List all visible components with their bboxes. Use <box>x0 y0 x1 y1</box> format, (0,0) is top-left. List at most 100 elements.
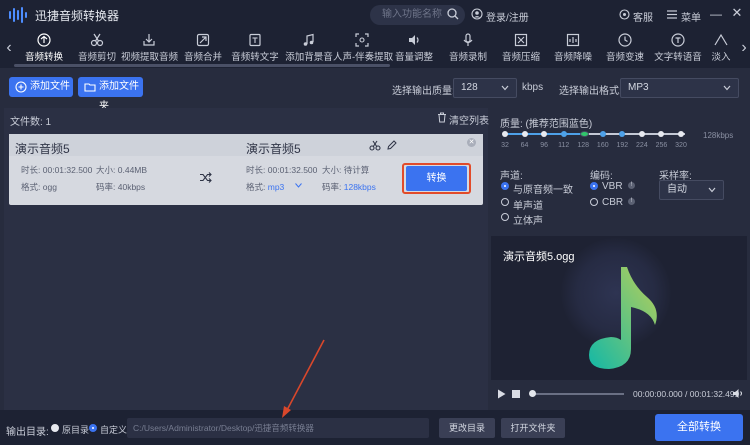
tool-label: 音频变速 <box>605 52 644 63</box>
quality-tick[interactable] <box>560 131 567 137</box>
output-format-select[interactable]: MP3 <box>620 78 739 98</box>
cbr-info-icon[interactable]: ! <box>628 198 635 205</box>
source-bitrate: 码率: 40kbps <box>96 181 145 193</box>
tool-fade[interactable]: 淡入 <box>703 32 739 62</box>
search-icon[interactable] <box>447 8 459 20</box>
channel-mono-label[interactable]: 单声道 <box>513 197 543 212</box>
tool-vocal-extract[interactable]: 人声-伴奏提取 <box>333 32 393 63</box>
quality-tick-label: 192 <box>616 142 629 149</box>
source-size: 大小: 0.44MB <box>96 164 147 176</box>
quality-tick-label: 64 <box>520 142 529 149</box>
menu-icon[interactable] <box>666 9 678 20</box>
open-folder-button[interactable]: 打开文件夹 <box>501 418 565 438</box>
quality-tick-label: 224 <box>636 142 648 149</box>
playback-progress-knob[interactable] <box>529 390 536 397</box>
custom-dir-label[interactable]: 自定义 <box>100 423 127 436</box>
channel-stereo-label[interactable]: 立体声 <box>513 212 543 227</box>
stop-icon[interactable] <box>512 390 520 398</box>
tool-audio-to-text[interactable]: 音频转文字 <box>227 32 283 63</box>
play-icon[interactable] <box>497 389 506 399</box>
tool-audio-denoise[interactable]: 音频降噪 <box>545 32 601 63</box>
source-duration: 时长: 00:01:32.500 <box>21 164 92 176</box>
meta-label: 大小: <box>322 165 342 175</box>
add-file-button[interactable]: 添加文件 <box>9 77 73 97</box>
playback-progress-bar[interactable] <box>531 393 624 395</box>
encoding-vbr-label[interactable]: VBR <box>602 181 623 192</box>
custom-dir-radio[interactable] <box>89 424 97 432</box>
preview-file-name: 演示音频5.ogg <box>503 251 575 263</box>
toolbar-scrollbar[interactable] <box>14 64 390 67</box>
convert-all-button[interactable]: 全部转换 <box>655 414 743 441</box>
encoding-vbr-radio[interactable] <box>590 182 598 190</box>
sample-rate-select[interactable]: 自动 <box>659 180 724 200</box>
app-title: 迅捷音频转换器 <box>35 8 120 23</box>
clear-list-button[interactable]: 清空列表 <box>449 112 489 127</box>
tool-label: 音频降噪 <box>553 52 592 63</box>
edit-icon[interactable] <box>387 140 397 150</box>
sample-rate-value: 自动 <box>667 184 687 195</box>
tool-volume-adjust[interactable]: 音量调整 <box>386 32 442 63</box>
quality-tick[interactable] <box>638 131 645 137</box>
original-dir-label[interactable]: 原目录 <box>62 423 89 436</box>
meta-label: 码率: <box>322 182 342 192</box>
meta-value: ogg <box>42 182 57 192</box>
tool-label: 音频剪切 <box>77 52 116 63</box>
tool-audio-cut[interactable]: 音频剪切 <box>69 32 125 63</box>
channel-original-label[interactable]: 与原音频一致 <box>513 181 573 196</box>
tool-add-background[interactable]: 添加背景音 <box>281 32 337 63</box>
meta-value: 00:01:32.500 <box>42 165 93 175</box>
tool-text-to-speech[interactable]: 文字转语音 <box>650 32 706 63</box>
menu-link[interactable]: 菜单 <box>681 9 701 24</box>
encoding-cbr-label[interactable]: CBR <box>602 197 623 208</box>
customer-service-link[interactable]: 客服 <box>633 9 653 24</box>
encoding-cbr-radio[interactable] <box>590 198 598 206</box>
chevron-down-icon[interactable] <box>295 183 302 188</box>
quality-tick[interactable] <box>502 131 508 137</box>
add-music-icon <box>303 33 314 46</box>
toolbar-next-button[interactable]: › <box>739 40 749 56</box>
tool-label: 音频转换 <box>24 52 63 63</box>
output-quality-select[interactable]: 128 <box>453 78 517 98</box>
extract-icon <box>143 34 155 46</box>
scissors-icon[interactable] <box>369 140 381 151</box>
minimize-button[interactable]: — <box>710 8 722 20</box>
tool-label: 音频录制 <box>448 52 487 63</box>
playback-time: 00:00:00.000 / 00:01:32.499 <box>633 389 740 399</box>
customer-service-icon[interactable] <box>619 9 630 20</box>
remove-file-button[interactable]: ✕ <box>467 138 476 147</box>
add-folder-button[interactable]: 添加文件夹 <box>78 77 143 112</box>
quality-kbps-value: 128kbps <box>703 131 734 140</box>
quality-tick[interactable] <box>599 131 606 137</box>
meta-label: 时长: <box>21 165 41 175</box>
chevron-down-icon <box>501 85 509 91</box>
quality-tick[interactable] <box>678 131 684 137</box>
original-dir-radio[interactable] <box>51 424 59 432</box>
toolbar-prev-button[interactable]: ‹ <box>4 40 14 56</box>
close-button[interactable]: ✕ <box>731 6 743 19</box>
target-size: 大小: 待计算 <box>322 164 369 176</box>
trash-icon[interactable] <box>437 112 447 123</box>
tool-audio-convert[interactable]: 音频转换 <box>16 32 72 63</box>
quality-tick[interactable] <box>521 131 528 137</box>
tool-audio-speed[interactable]: 音频变速 <box>597 32 653 63</box>
channel-mono-radio[interactable] <box>501 198 509 206</box>
tool-video-extract[interactable]: 视频提取音频 <box>121 32 179 63</box>
tts-icon <box>671 33 685 47</box>
tool-audio-record[interactable]: 音频录制 <box>440 32 496 63</box>
login-link[interactable]: 登录/注册 <box>486 9 529 24</box>
channel-original-radio[interactable] <box>501 182 509 190</box>
meta-value: 待计算 <box>343 165 370 175</box>
tool-audio-merge[interactable]: 音频合并 <box>175 32 231 63</box>
volume-icon[interactable] <box>732 388 744 399</box>
change-dir-button[interactable]: 更改目录 <box>439 418 495 438</box>
quality-tick-label: 112 <box>558 142 570 149</box>
tool-label: 视频提取音频 <box>121 52 179 63</box>
output-path-field[interactable]: C:/Users/Administrator/Desktop/迅捷音频转换器 <box>127 418 429 438</box>
vbr-info-icon[interactable]: ! <box>628 182 635 189</box>
quality-tick-label: 256 <box>655 142 668 149</box>
target-format-select[interactable]: 格式: mp3 <box>246 181 284 193</box>
channel-stereo-radio[interactable] <box>501 213 509 221</box>
user-icon[interactable] <box>471 8 483 20</box>
tool-audio-compress[interactable]: 音频压缩 <box>493 32 549 63</box>
speed-icon <box>618 33 632 47</box>
